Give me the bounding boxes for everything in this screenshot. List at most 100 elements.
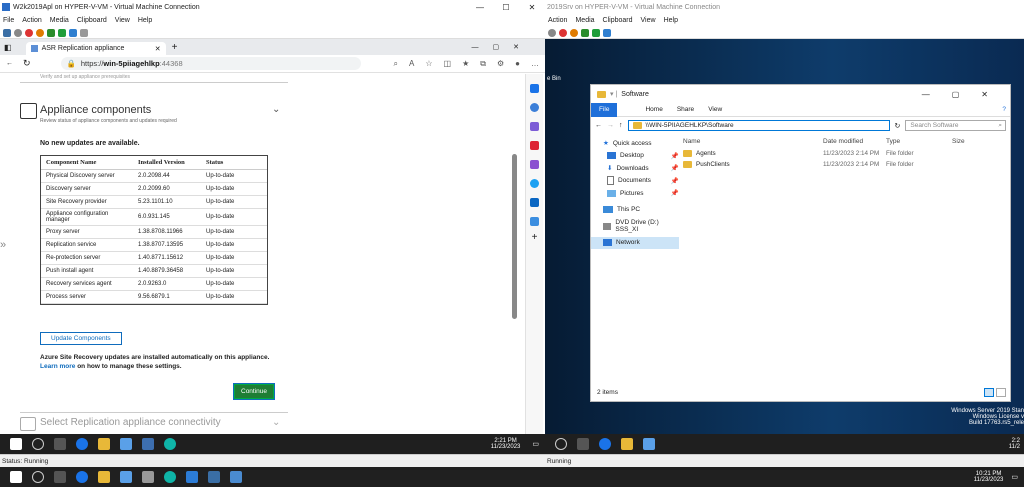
task-view-icon[interactable] bbox=[54, 438, 66, 450]
nav-dvd-drive[interactable]: DVD Drive (D:) SSS_XI bbox=[591, 219, 679, 233]
host-search-icon[interactable] bbox=[32, 471, 44, 483]
read-aloud-icon[interactable]: A bbox=[409, 59, 414, 69]
menu-file[interactable]: File bbox=[3, 17, 14, 24]
r-resume-icon[interactable] bbox=[592, 28, 600, 37]
ex-refresh-icon[interactable]: ↻ bbox=[895, 122, 901, 130]
expand-chevron-icon[interactable]: ⌄ bbox=[272, 417, 280, 428]
menu-action[interactable]: Action bbox=[22, 17, 41, 24]
new-tab-icon[interactable]: + bbox=[172, 42, 178, 53]
expand-pane-icon[interactable]: » bbox=[0, 239, 6, 251]
menu-media[interactable]: Media bbox=[50, 17, 69, 24]
ribbon-file-tab[interactable]: File bbox=[591, 102, 618, 117]
close-icon[interactable]: ✕ bbox=[519, 3, 545, 12]
nav-network[interactable]: Network bbox=[591, 236, 679, 249]
r-ie-icon[interactable] bbox=[599, 438, 611, 450]
notification-icon[interactable] bbox=[530, 84, 539, 93]
explorer-search-input[interactable]: Search Software ⌕ bbox=[905, 120, 1006, 131]
right-menu-media[interactable]: Media bbox=[575, 17, 594, 24]
start-button-icon[interactable] bbox=[10, 438, 22, 450]
list-item[interactable]: Agents 11/23/2023 2:14 PM File folder bbox=[683, 148, 1009, 159]
start-icon[interactable] bbox=[14, 28, 22, 37]
r-task-view-icon[interactable] bbox=[577, 438, 589, 450]
large-icons-view-icon[interactable] bbox=[996, 388, 1006, 397]
back-icon[interactable]: ← bbox=[6, 60, 13, 67]
host-explorer-icon[interactable] bbox=[98, 471, 110, 483]
left-vm-titlebar[interactable]: W2k2019Apl on HYPER-V-VM - Virtual Machi… bbox=[0, 0, 545, 14]
tab-asr-replication[interactable]: ASR Replication appliance ✕ bbox=[25, 42, 166, 55]
ex-forward-icon[interactable]: → bbox=[607, 122, 614, 129]
r-checkpoint-icon[interactable] bbox=[603, 28, 611, 37]
maximize-icon[interactable]: ☐ bbox=[493, 3, 519, 12]
host-start-icon[interactable] bbox=[10, 471, 22, 483]
add-sidebar-icon[interactable]: + bbox=[526, 232, 543, 243]
refresh-icon[interactable]: ↻ bbox=[23, 58, 31, 69]
nav-downloads[interactable]: ⬇ Downloads 📌 bbox=[591, 162, 679, 175]
explorer-titlebar[interactable]: ▾ | Software —▢✕ bbox=[591, 85, 1010, 103]
collections-icon[interactable]: ⧉ bbox=[480, 59, 486, 69]
pause-icon[interactable] bbox=[47, 28, 55, 37]
ribbon-view-tab[interactable]: View bbox=[708, 106, 722, 113]
browser-window-controls[interactable]: —▢✕ bbox=[472, 43, 533, 51]
details-view-icon[interactable] bbox=[984, 388, 994, 397]
ctrl-alt-del-icon[interactable] bbox=[3, 28, 11, 37]
right-menu-action[interactable]: Action bbox=[548, 17, 567, 24]
ribbon-share-tab[interactable]: Share bbox=[677, 106, 694, 113]
ribbon-home-tab[interactable]: Home bbox=[645, 106, 662, 113]
profile-avatar[interactable]: ● bbox=[515, 59, 520, 69]
quick-access-toolbar[interactable]: ▾ | bbox=[610, 90, 617, 98]
shopping-icon[interactable] bbox=[530, 122, 539, 131]
r-shutdown-icon[interactable] bbox=[570, 28, 578, 37]
notification-center-icon[interactable]: ▭ bbox=[532, 440, 539, 448]
sidebar-toggle-icon[interactable]: ◧ bbox=[4, 43, 12, 52]
r-start-icon[interactable] bbox=[548, 28, 556, 37]
nav-documents[interactable]: Documents 📌 bbox=[591, 175, 679, 188]
col-size[interactable]: Size bbox=[952, 138, 965, 145]
host-task-view-icon[interactable] bbox=[54, 471, 66, 483]
help-icon[interactable]: ? bbox=[1002, 106, 1006, 113]
col-date[interactable]: Date modified bbox=[823, 138, 886, 145]
shutdown-icon[interactable] bbox=[36, 28, 44, 37]
menu-help[interactable]: Help bbox=[138, 17, 152, 24]
host-tools-icon[interactable] bbox=[142, 471, 154, 483]
server-manager-icon[interactable] bbox=[120, 438, 132, 450]
right-menu-help[interactable]: Help bbox=[664, 17, 678, 24]
host-ie-icon[interactable] bbox=[76, 471, 88, 483]
drop-icon[interactable] bbox=[530, 217, 539, 226]
explorer-window-controls[interactable]: —▢✕ bbox=[922, 90, 1010, 99]
minimize-icon[interactable]: — bbox=[467, 3, 493, 12]
host-notification-icon[interactable]: ▭ bbox=[1011, 473, 1018, 481]
collapse-chevron-icon[interactable]: ⌄ bbox=[272, 104, 280, 115]
explorer-path-input[interactable]: \\WIN-5PIIAGEHLKP\Software bbox=[627, 120, 890, 131]
games-icon[interactable] bbox=[530, 160, 539, 169]
r-taskbar-search-icon[interactable] bbox=[555, 438, 567, 450]
scrollbar-thumb[interactable] bbox=[512, 154, 517, 319]
revert-icon[interactable] bbox=[80, 28, 88, 37]
list-item[interactable]: PushClients 11/23/2023 2:14 PM File folder bbox=[683, 159, 1009, 170]
r-server-manager-icon[interactable] bbox=[643, 438, 655, 450]
tools-taskbar-icon[interactable] bbox=[142, 438, 154, 450]
nav-quick-access[interactable]: ★ Quick access bbox=[591, 137, 679, 150]
nav-pictures[interactable]: Pictures 📌 bbox=[591, 187, 679, 200]
menu-clipboard[interactable]: Clipboard bbox=[77, 17, 107, 24]
turn-off-icon[interactable] bbox=[25, 28, 33, 37]
search-icon[interactable] bbox=[530, 103, 539, 112]
update-components-button[interactable]: Update Components bbox=[40, 332, 122, 345]
ex-up-icon[interactable]: ↑ bbox=[619, 122, 623, 129]
host-store-icon[interactable] bbox=[186, 471, 198, 483]
checkpoint-icon[interactable] bbox=[69, 28, 77, 37]
host-edge-icon[interactable] bbox=[164, 471, 176, 483]
edge-taskbar-icon[interactable] bbox=[164, 438, 176, 450]
outlook-icon[interactable] bbox=[530, 198, 539, 207]
learn-more-link[interactable]: Learn more bbox=[40, 363, 75, 370]
right-menu-view[interactable]: View bbox=[641, 17, 656, 24]
extensions-icon[interactable]: ⚙ bbox=[497, 59, 504, 69]
menu-view[interactable]: View bbox=[115, 17, 130, 24]
r-turnoff-icon[interactable] bbox=[559, 28, 567, 37]
tab-close-icon[interactable]: ✕ bbox=[155, 45, 161, 53]
host-vmconnect-icon[interactable] bbox=[230, 471, 242, 483]
continue-button[interactable]: Continue bbox=[232, 383, 276, 400]
nav-desktop[interactable]: Desktop 📌 bbox=[591, 150, 679, 163]
zoom-icon[interactable]: ⌕ bbox=[394, 59, 398, 69]
r-pause-icon[interactable] bbox=[581, 28, 589, 37]
recycle-bin-label[interactable]: e Bin bbox=[547, 76, 561, 82]
